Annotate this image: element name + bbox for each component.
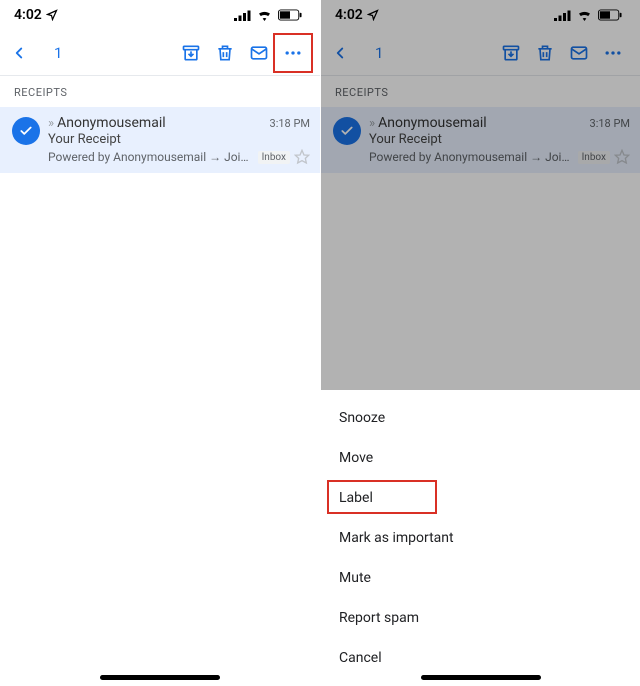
section-header: RECEIPTS bbox=[0, 76, 320, 107]
status-indicators bbox=[234, 9, 302, 21]
delete-button[interactable] bbox=[208, 36, 242, 70]
selection-toolbar: 1 bbox=[0, 30, 320, 76]
wifi-icon bbox=[257, 10, 272, 21]
location-icon bbox=[46, 9, 58, 21]
status-bar: 4:02 bbox=[0, 0, 320, 30]
sheet-item-mute[interactable]: Mute bbox=[321, 558, 640, 598]
importance-marker-icon: » bbox=[48, 116, 54, 131]
screenshot-right: 4:02 1 bbox=[320, 0, 640, 686]
mail-label-chip: Inbox bbox=[258, 151, 290, 164]
screenshot-left: 4:02 1 bbox=[0, 0, 320, 686]
sheet-item-label[interactable]: Label bbox=[321, 478, 640, 518]
home-indicator bbox=[421, 675, 541, 680]
battery-icon bbox=[278, 9, 302, 21]
mark-unread-button[interactable] bbox=[242, 36, 276, 70]
signal-icon bbox=[234, 10, 251, 21]
sheet-item-label: Snooze bbox=[339, 410, 385, 426]
sheet-item-label: Cancel bbox=[339, 650, 382, 666]
selection-count: 1 bbox=[54, 44, 62, 62]
sheet-item-label: Mute bbox=[339, 570, 371, 586]
more-button[interactable] bbox=[276, 36, 310, 70]
back-button[interactable] bbox=[10, 44, 28, 62]
sheet-item-snooze[interactable]: Snooze bbox=[321, 398, 640, 438]
sheet-item-label: Move bbox=[339, 450, 373, 466]
sheet-item-mark-important[interactable]: Mark as important bbox=[321, 518, 640, 558]
sheet-item-label: Label bbox=[339, 490, 373, 506]
mail-snippet: Powered by Anonymousemail → Join… bbox=[48, 150, 254, 164]
sheet-item-report-spam[interactable]: Report spam bbox=[321, 598, 640, 638]
home-indicator bbox=[100, 675, 220, 680]
mail-subject: Your Receipt bbox=[48, 132, 310, 147]
sheet-item-cancel[interactable]: Cancel bbox=[321, 638, 640, 678]
mail-item[interactable]: » Anonymousemail 3:18 PM Your Receipt Po… bbox=[0, 107, 320, 173]
sheet-item-move[interactable]: Move bbox=[321, 438, 640, 478]
sheet-item-label: Mark as important bbox=[339, 530, 454, 546]
selection-check-icon[interactable] bbox=[12, 117, 40, 145]
status-time: 4:02 bbox=[14, 7, 42, 23]
mail-time: 3:18 PM bbox=[270, 117, 310, 130]
archive-button[interactable] bbox=[174, 36, 208, 70]
star-button[interactable] bbox=[294, 149, 310, 165]
modal-overlay[interactable] bbox=[321, 0, 640, 397]
mail-sender: Anonymousemail bbox=[57, 115, 166, 131]
action-sheet: Snooze Move Label Mark as important Mute… bbox=[321, 390, 640, 686]
sheet-item-label: Report spam bbox=[339, 610, 419, 626]
